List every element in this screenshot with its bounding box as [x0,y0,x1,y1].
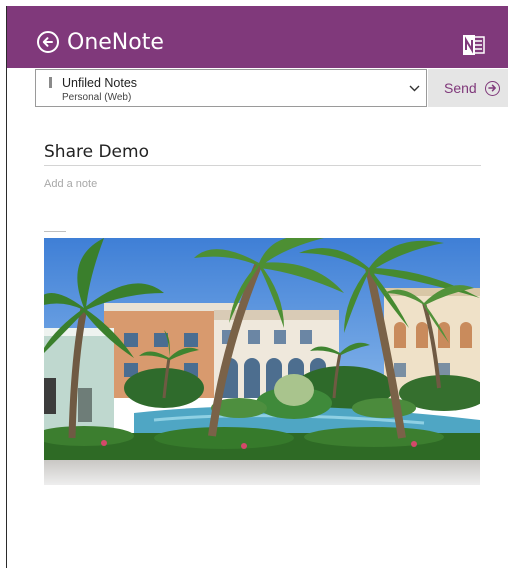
toolbar: Unfiled Notes Personal (Web) Send [7,68,508,110]
notebook-section-dropdown[interactable]: Unfiled Notes Personal (Web) [35,69,427,107]
note-title[interactable]: Share Demo [44,142,149,162]
chevron-down-icon [409,85,420,92]
app-title: OneNote [67,30,164,55]
resort-photo [44,238,480,485]
section-color-marker [49,77,52,88]
share-panel: OneNote Unfiled Notes Personal (Web) Sen… [6,6,508,568]
app-header: OneNote [7,6,508,68]
onenote-logo-icon [463,35,485,55]
section-name: Unfiled Notes [62,76,138,90]
back-arrow-icon [42,37,53,47]
back-button[interactable] [37,31,59,53]
send-label: Send [444,80,477,96]
add-note-field[interactable]: Add a note [44,178,97,190]
send-button[interactable]: Send [428,69,508,107]
notebook-name: Personal (Web) [62,92,132,103]
title-divider [44,165,481,166]
content-divider [44,231,66,232]
arrow-right-circle-icon [485,81,500,96]
